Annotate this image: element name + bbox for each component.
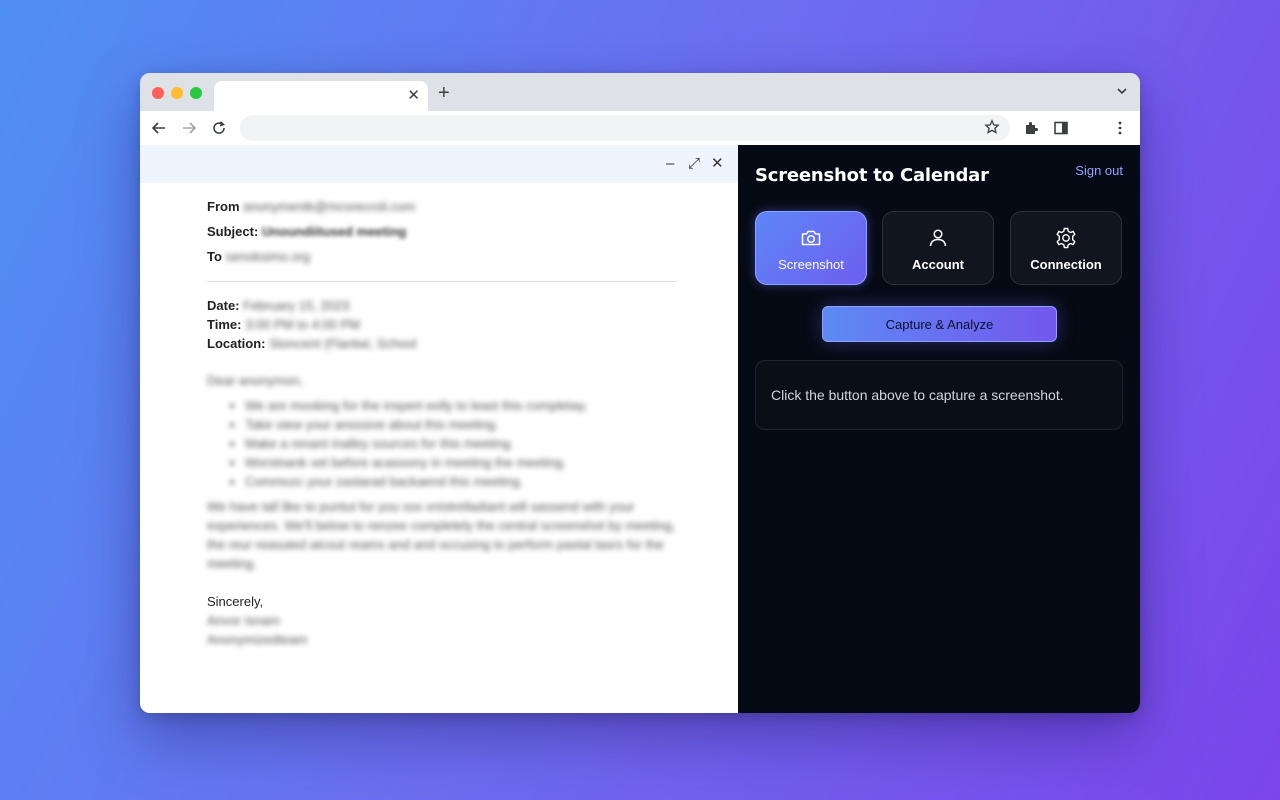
from-label: From <box>207 199 240 214</box>
list-item: Make a renant inalley sources for this m… <box>245 434 677 453</box>
email-pane: – ⤢ ✕ From anonymentk@mcorecroli.com Sub… <box>140 145 738 713</box>
close-icon[interactable]: ✕ <box>711 155 724 173</box>
tab-label: Account <box>912 257 964 272</box>
closing: Sincerely, <box>207 594 264 609</box>
header-divider <box>207 281 677 282</box>
location-value: Stoncent (Flantwi, School <box>269 336 417 351</box>
greeting: Dear anonymon, <box>207 373 304 388</box>
date-row: Date: February 15, 2023 <box>207 296 677 315</box>
list-item: Take view your ansssive about this meeti… <box>245 415 677 434</box>
browser-tab[interactable]: ✕ <box>214 81 428 111</box>
to-row: To senoksimo.org <box>207 247 677 272</box>
camera-icon <box>799 226 823 250</box>
bookmark-star-icon[interactable] <box>984 119 1000 140</box>
result-box: Click the button above to capture a scre… <box>755 360 1123 430</box>
email-body: From anonymentk@mcorecroli.com Subject: … <box>207 197 677 649</box>
address-bar[interactable] <box>240 115 1010 141</box>
signature-team: Anonymizedteam <box>207 632 308 647</box>
person-icon <box>926 226 950 250</box>
tab-label: Screenshot <box>778 257 844 272</box>
more-menu-icon[interactable] <box>1111 119 1129 137</box>
tab-strip: ✕ + <box>140 73 1140 111</box>
back-arrow-icon[interactable] <box>150 119 168 137</box>
bullet-list: We are mooking for the inspert eolly to … <box>207 396 677 491</box>
minimize-icon[interactable]: – <box>666 155 674 173</box>
time-label: Time: <box>207 317 242 332</box>
chevron-down-icon[interactable] <box>1116 84 1128 102</box>
list-item: We are mooking for the inspert eolly to … <box>245 396 677 415</box>
date-label: Date: <box>207 298 240 313</box>
tab-screenshot[interactable]: Screenshot <box>755 211 867 285</box>
gear-icon <box>1054 226 1078 250</box>
email-window-bar: – ⤢ ✕ <box>140 145 738 183</box>
minimize-window-icon[interactable] <box>171 87 183 99</box>
reload-icon[interactable] <box>210 119 228 137</box>
tab-account[interactable]: Account <box>882 211 994 285</box>
tab-close-icon[interactable]: ✕ <box>407 86 420 106</box>
capture-analyze-button[interactable]: Capture & Analyze <box>822 306 1057 342</box>
tab-connection[interactable]: Connection <box>1010 211 1122 285</box>
location-label: Location: <box>207 336 266 351</box>
subject-value: Unoundiitused meeting <box>261 224 407 239</box>
date-value: February 15, 2023 <box>243 298 350 313</box>
time-value: 3:00 PM to 4:00 PM <box>245 317 360 332</box>
page-content: – ⤢ ✕ From anonymentk@mcorecroli.com Sub… <box>140 145 1140 713</box>
side-panel-icon[interactable] <box>1052 119 1070 137</box>
close-window-icon[interactable] <box>152 87 164 99</box>
body-paragraph: We have tall like to puntut for you sss … <box>207 499 676 571</box>
from-value: anonymentk@mcorecroli.com <box>243 199 416 214</box>
subject-row: Subject: Unoundiitused meeting <box>207 222 677 247</box>
from-row: From anonymentk@mcorecroli.com <box>207 197 677 222</box>
extensions-puzzle-icon[interactable] <box>1022 119 1040 137</box>
subject-label: Subject: <box>207 224 259 239</box>
signature-name: Anvor Isnam <box>207 613 280 628</box>
to-label: To <box>207 249 222 264</box>
result-message: Click the button above to capture a scre… <box>771 387 1064 403</box>
to-value: senoksimo.org <box>225 249 311 264</box>
list-item: Commozc your zastarad backaend this meet… <box>245 472 677 491</box>
tab-label: Connection <box>1030 257 1102 272</box>
sign-out-link[interactable]: Sign out <box>1075 163 1123 178</box>
location-row: Location: Stoncent (Flantwi, School <box>207 334 677 353</box>
new-tab-button[interactable]: + <box>438 82 450 104</box>
panel-title: Screenshot to Calendar <box>755 165 989 186</box>
browser-window: ✕ + – ⤢ ✕ From anonymentk@mcorecroli.com… <box>140 73 1140 713</box>
time-row: Time: 3:00 PM to 4:00 PM <box>207 315 677 334</box>
expand-icon[interactable]: ⤢ <box>688 155 700 173</box>
maximize-window-icon[interactable] <box>190 87 202 99</box>
extension-side-panel: Screenshot to Calendar Sign out Screensh… <box>738 145 1140 713</box>
browser-toolbar <box>140 111 1140 145</box>
list-item: Worstnank vet before acasoony in meeting… <box>245 453 677 472</box>
forward-arrow-icon[interactable] <box>180 119 198 137</box>
